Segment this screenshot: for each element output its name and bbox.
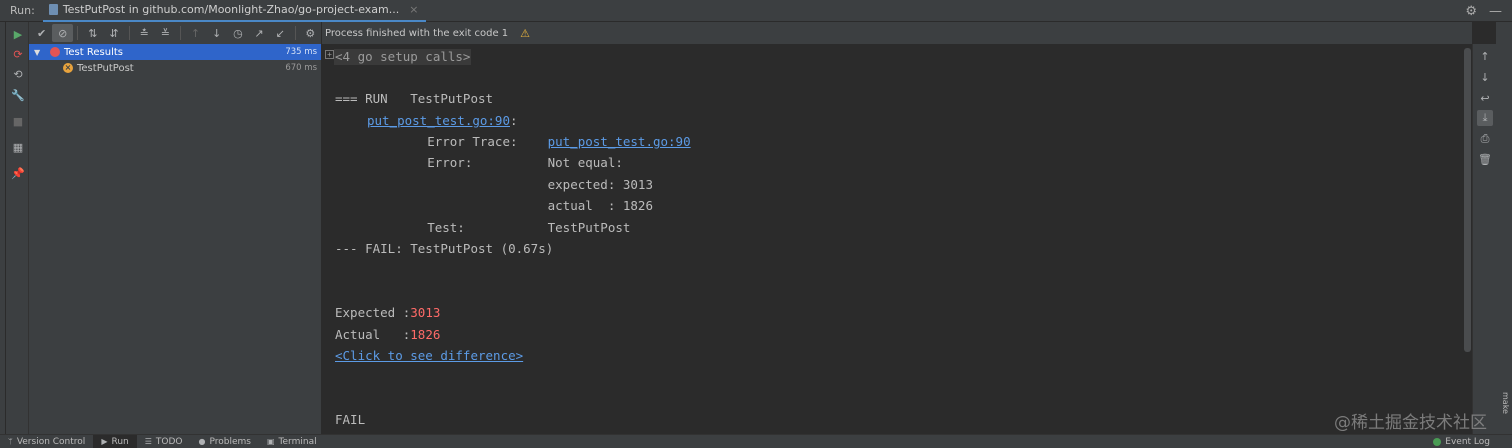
run-toolwindow-header: Run: TestPutPost in github.com/Moonlight… bbox=[0, 0, 1512, 22]
history-icon[interactable]: ◷ bbox=[227, 24, 248, 42]
info-icon: ● bbox=[198, 437, 206, 446]
run-tab-title: TestPutPost in github.com/Moonlight-Zhao… bbox=[62, 3, 400, 16]
export-icon[interactable]: ↗ bbox=[248, 24, 269, 42]
trash-icon[interactable]: 🗑 bbox=[1477, 151, 1493, 167]
tree-root-time: 735 ms bbox=[285, 47, 317, 57]
show-ignored-icon[interactable]: ⊘ bbox=[52, 24, 74, 42]
settings-icon[interactable]: ⚙ bbox=[1465, 4, 1477, 19]
stop-icon[interactable]: ■ bbox=[11, 114, 25, 128]
toolbar-divider bbox=[179, 26, 181, 40]
expected-value: 3013 bbox=[410, 305, 441, 320]
run-tab-bottom[interactable]: ▶ Run bbox=[93, 434, 137, 448]
make-tool-label[interactable]: make bbox=[1498, 392, 1510, 414]
toolbar-divider bbox=[128, 26, 130, 40]
fail-line: --- FAIL: TestPutPost (0.67s) bbox=[335, 241, 554, 256]
source-location: put_post_test.go:90: bbox=[367, 113, 518, 129]
expand-all-icon[interactable]: ≛ bbox=[134, 24, 155, 42]
sort-alpha-icon[interactable]: ⇅ bbox=[82, 24, 103, 42]
problems-label: Problems bbox=[209, 436, 251, 447]
minimize-icon[interactable]: — bbox=[1489, 4, 1502, 19]
terminal-icon: ▣ bbox=[266, 437, 275, 446]
error-trace-label: Error Trace: bbox=[367, 134, 548, 149]
up-arrow-icon[interactable]: ↑ bbox=[1477, 48, 1493, 64]
error-trace-link[interactable]: put_post_test.go:90 bbox=[548, 134, 691, 149]
toolbar-divider bbox=[294, 26, 296, 40]
bottom-tool-bar: ᛘ Version Control ▶ Run ☰ TODO ● Problem… bbox=[0, 434, 1512, 448]
version-control-tab[interactable]: ᛘ Version Control bbox=[0, 435, 93, 448]
expected-summary: Expected :3013 bbox=[335, 305, 440, 321]
problems-tab[interactable]: ● Problems bbox=[191, 435, 259, 448]
terminal-tab[interactable]: ▣ Terminal bbox=[259, 435, 325, 448]
actual-value: 1826 bbox=[410, 327, 441, 342]
rerun-failed-icon[interactable]: ⟳ bbox=[11, 47, 25, 61]
soft-wrap-icon[interactable]: ↩ bbox=[1477, 90, 1493, 106]
todo-tab[interactable]: ☰ TODO bbox=[137, 435, 191, 448]
actual-summary: Actual :1826 bbox=[335, 327, 440, 343]
event-log-tab[interactable]: Event Log bbox=[1433, 435, 1490, 448]
sort-duration-icon[interactable]: ⇵ bbox=[103, 24, 124, 42]
source-file-link[interactable]: put_post_test.go:90 bbox=[367, 113, 510, 128]
expected-label: Expected : bbox=[335, 305, 411, 320]
test-node-testputpost[interactable]: × TestPutPost 670 ms bbox=[29, 60, 321, 76]
chevron-down-icon[interactable]: ▼ bbox=[34, 48, 44, 57]
test-results-panel: ✔ ⊘ ⇅ ⇵ ≛ ≚ ↑ ↓ ◷ ↗ ↙ ⚙ ▼ Test Results 7… bbox=[29, 22, 322, 434]
branch-icon: ᛘ bbox=[8, 437, 13, 446]
close-icon[interactable]: × bbox=[409, 3, 418, 16]
print-icon[interactable]: ⎙ bbox=[1477, 131, 1493, 147]
expected-line: expected: 3013 bbox=[367, 177, 653, 192]
console-output[interactable]: + <4 go setup calls> === RUN TestPutPost… bbox=[322, 44, 1472, 434]
import-icon[interactable]: ↙ bbox=[270, 24, 291, 42]
run-label: Run: bbox=[10, 4, 35, 17]
watermark: @稀土掘金技术社区 bbox=[1334, 413, 1487, 433]
error-icon bbox=[50, 47, 60, 57]
collapse-all-icon[interactable]: ≚ bbox=[155, 24, 176, 42]
error-trace-line: Error Trace: put_post_test.go:90 bbox=[367, 134, 691, 150]
run-line: === RUN TestPutPost bbox=[335, 91, 494, 106]
next-failed-icon[interactable]: ↓ bbox=[206, 24, 227, 42]
layout-icon[interactable]: ▦ bbox=[11, 140, 25, 154]
toolbar-divider bbox=[77, 26, 79, 40]
wrench-icon[interactable]: 🔧 bbox=[11, 88, 25, 102]
source-colon: : bbox=[510, 113, 518, 128]
list-icon: ☰ bbox=[144, 437, 152, 446]
collapsed-setup-calls[interactable]: <4 go setup calls> bbox=[334, 49, 472, 65]
event-log-icon bbox=[1433, 438, 1442, 446]
tree-child-time: 670 ms bbox=[285, 63, 317, 73]
rerun-icon[interactable]: ▶ bbox=[11, 27, 25, 41]
gear-icon[interactable]: ⚙ bbox=[300, 24, 321, 42]
scroll-to-end-icon[interactable]: ⤓ bbox=[1477, 110, 1493, 126]
console-side-toolbar: ↑ ↓ ↩ ⤓ ⎙ 🗑 bbox=[1472, 44, 1496, 434]
toggle-auto-test-icon[interactable]: ⟲ bbox=[11, 67, 25, 81]
actual-line: actual : 1826 bbox=[367, 198, 653, 213]
previous-failed-icon[interactable]: ↑ bbox=[185, 24, 206, 42]
run-tab[interactable]: TestPutPost in github.com/Moonlight-Zhao… bbox=[42, 0, 427, 22]
run-label-bottom: Run bbox=[111, 436, 129, 447]
right-tool-strip bbox=[1496, 22, 1512, 434]
tree-child-label: TestPutPost bbox=[77, 62, 134, 74]
test-results-root[interactable]: ▼ Test Results 735 ms bbox=[29, 44, 321, 60]
test-line: Test: TestPutPost bbox=[367, 220, 631, 235]
down-arrow-icon[interactable]: ↓ bbox=[1477, 69, 1493, 85]
run-side-toolbar: ▶ ⟳ ⟲ 🔧 ■ ▦ 📌 bbox=[6, 22, 29, 434]
console-status-bar: Process finished with the exit code 1 ⚠ bbox=[322, 22, 1472, 44]
terminal-label: Terminal bbox=[278, 436, 317, 447]
todo-label: TODO bbox=[155, 436, 183, 447]
failed-test-icon: × bbox=[63, 63, 73, 73]
final-status: FAIL bbox=[335, 412, 366, 427]
version-control-label: Version Control bbox=[16, 436, 86, 447]
expand-fold-icon[interactable]: + bbox=[325, 50, 334, 59]
event-log-label: Event Log bbox=[1445, 437, 1490, 447]
error-line: Error: Not equal: bbox=[367, 155, 623, 170]
pin-icon[interactable]: 📌 bbox=[11, 166, 25, 180]
actual-label: Actual : bbox=[335, 327, 411, 342]
see-difference-link[interactable]: <Click to see difference> bbox=[335, 348, 523, 364]
show-passed-icon[interactable]: ✔ bbox=[31, 24, 52, 42]
console-scrollbar[interactable] bbox=[1464, 48, 1471, 352]
test-file-icon bbox=[48, 4, 58, 15]
tree-root-label: Test Results bbox=[64, 46, 123, 58]
process-status: Process finished with the exit code 1 bbox=[325, 27, 509, 39]
test-tree-toolbar: ✔ ⊘ ⇅ ⇵ ≛ ≚ ↑ ↓ ◷ ↗ ↙ ⚙ bbox=[29, 22, 321, 44]
warning-icon: ⚠ bbox=[520, 26, 531, 40]
play-icon: ▶ bbox=[101, 437, 108, 446]
